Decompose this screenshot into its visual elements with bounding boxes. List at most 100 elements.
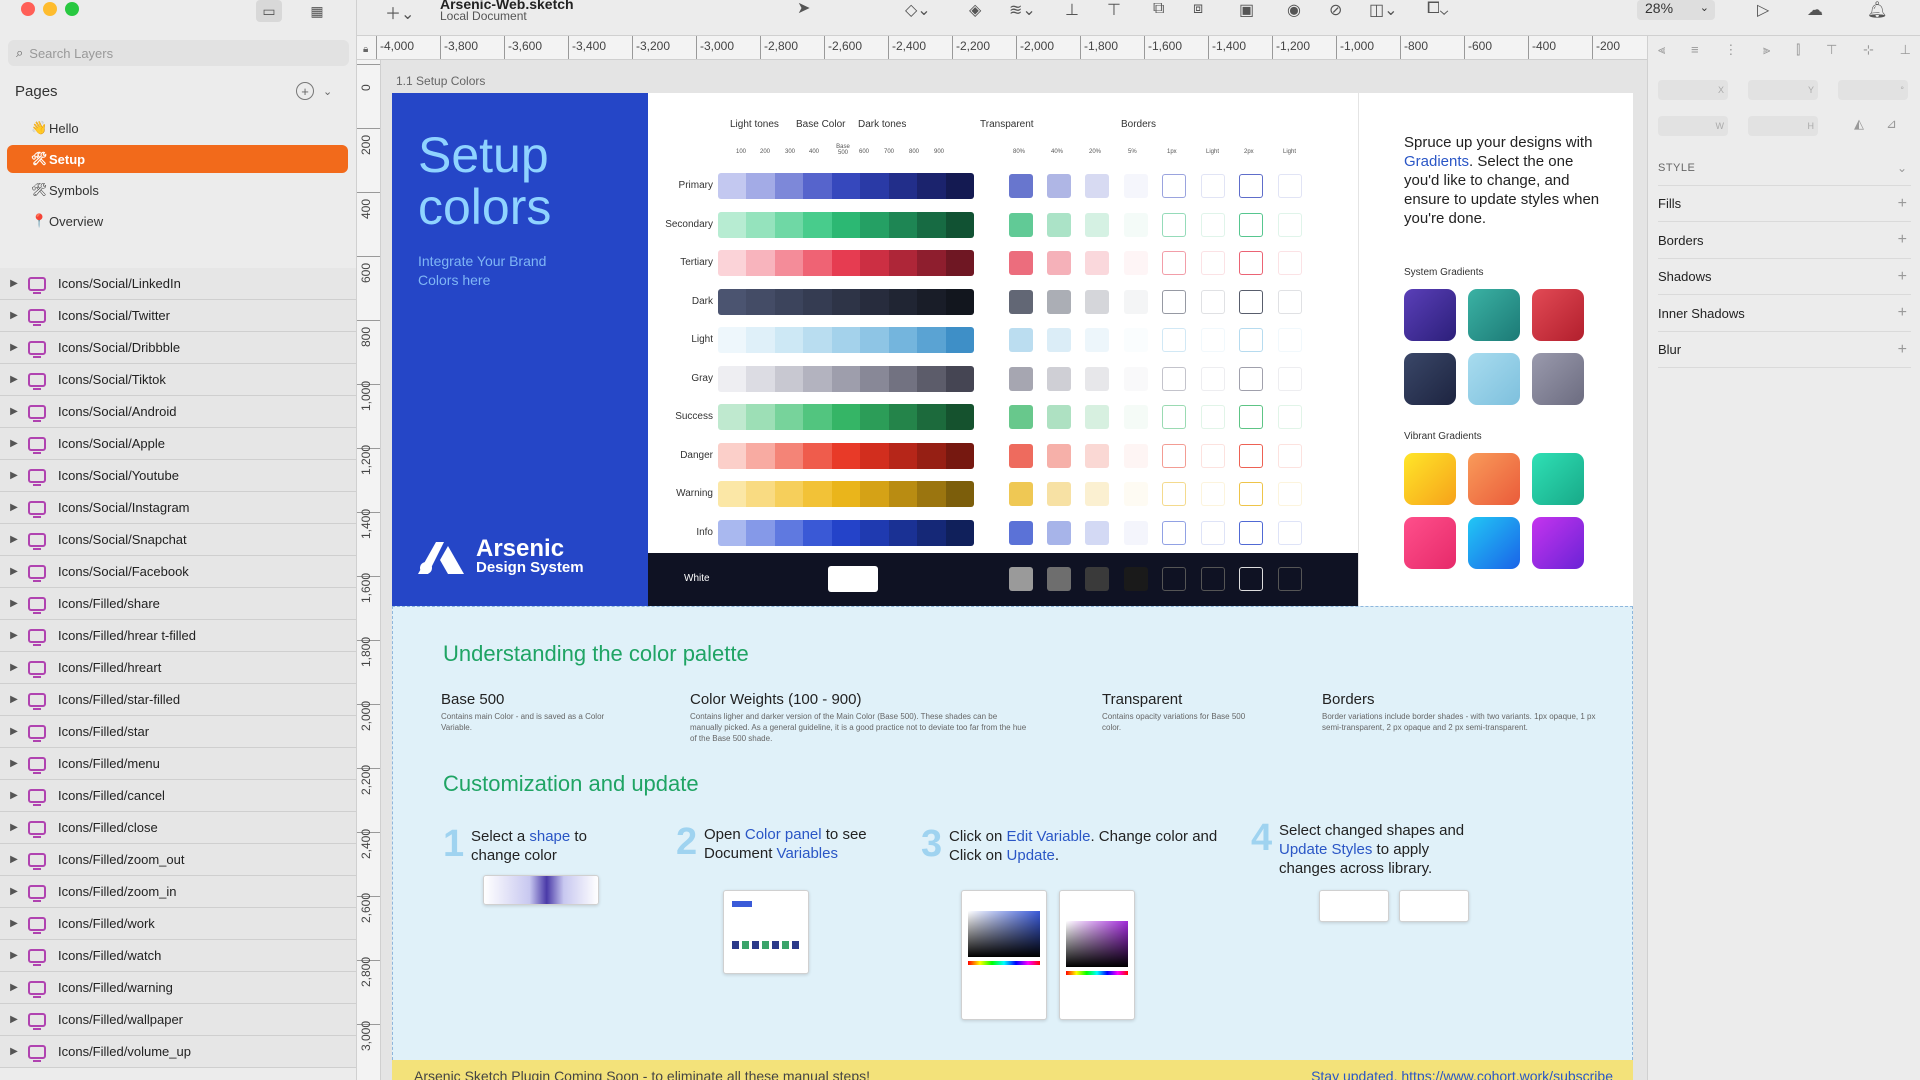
transparent-swatch[interactable] — [1085, 520, 1109, 545]
artboard-label[interactable]: 1.1 Setup Colors — [396, 74, 485, 88]
border-swatch[interactable] — [1278, 482, 1302, 506]
border-swatch[interactable] — [1162, 405, 1186, 429]
border-swatch[interactable] — [1278, 567, 1302, 591]
shape-link[interactable]: shape — [529, 828, 570, 845]
y-field[interactable]: Y — [1748, 80, 1818, 100]
edit-icon[interactable]: ⊘ — [1329, 0, 1342, 20]
border-swatch[interactable] — [1239, 174, 1263, 198]
layer-row[interactable]: ▶ Icons/Social/LinkedIn — [0, 268, 356, 300]
border-swatch[interactable] — [1201, 482, 1225, 506]
transparent-swatch[interactable] — [1124, 289, 1148, 314]
gradient-swatch[interactable] — [1532, 353, 1584, 405]
transparent-swatch[interactable] — [1085, 443, 1109, 468]
color-weight-swatch[interactable] — [831, 173, 861, 199]
layer-row[interactable]: ▶ Icons/Filled/wallpaper — [0, 1004, 356, 1036]
flip-vertical-icon[interactable]: ⊿ — [1886, 116, 1897, 132]
layer-row[interactable]: ▶ Icons/Filled/watch — [0, 940, 356, 972]
edit-variable-link[interactable]: Edit Variable — [1007, 828, 1091, 845]
add-icon[interactable]: + — [1898, 268, 1907, 286]
disclosure-triangle-icon[interactable]: ▶ — [0, 406, 28, 417]
disclosure-triangle-icon[interactable]: ▶ — [0, 886, 28, 897]
align-hcenter-icon[interactable]: ⫿ — [1796, 42, 1800, 58]
transparent-swatch[interactable] — [1047, 520, 1071, 545]
border-swatch[interactable] — [1239, 520, 1263, 545]
align-bottom-icon[interactable]: ⊥ — [1065, 0, 1079, 20]
border-swatch[interactable] — [1201, 328, 1225, 352]
color-weight-swatch[interactable] — [803, 250, 832, 276]
add-icon[interactable]: + — [1898, 341, 1907, 359]
color-weight-swatch[interactable] — [860, 481, 889, 507]
color-weight-swatch[interactable] — [803, 327, 832, 353]
color-ramp[interactable] — [718, 481, 974, 507]
align-left-icon[interactable]: ⫷ — [1658, 42, 1665, 58]
color-weight-swatch[interactable] — [746, 442, 775, 469]
gradients-link[interactable]: Gradients — [1404, 153, 1469, 170]
update-styles-link[interactable]: Update Styles — [1279, 841, 1372, 858]
color-weight-swatch[interactable] — [718, 519, 747, 546]
layer-row[interactable]: ▶ Icons/Social/Tiktok — [0, 364, 356, 396]
border-swatch[interactable] — [1162, 482, 1186, 506]
color-weight-swatch[interactable] — [945, 404, 974, 430]
color-weight-swatch[interactable] — [718, 365, 747, 392]
disclosure-triangle-icon[interactable]: ▶ — [0, 278, 28, 289]
color-weight-swatch[interactable] — [831, 481, 861, 507]
disclosure-triangle-icon[interactable]: ▶ — [0, 534, 28, 545]
color-ramp[interactable] — [718, 250, 974, 276]
transparent-swatch[interactable] — [1124, 443, 1148, 468]
disclosure-triangle-icon[interactable]: ▶ — [0, 1014, 28, 1025]
color-weight-swatch[interactable] — [718, 442, 747, 469]
color-weight-swatch[interactable] — [860, 365, 889, 392]
gradient-swatch[interactable] — [1532, 453, 1584, 505]
border-swatch[interactable] — [1162, 567, 1186, 591]
add-icon[interactable]: + — [1898, 231, 1907, 249]
color-weight-swatch[interactable] — [718, 327, 747, 353]
color-ramp[interactable] — [718, 173, 974, 199]
border-swatch[interactable] — [1201, 443, 1225, 468]
color-weight-swatch[interactable] — [774, 481, 804, 507]
disclosure-triangle-icon[interactable]: ▶ — [0, 630, 28, 641]
style-section-fills[interactable]: Fills + — [1658, 186, 1911, 222]
layer-row[interactable]: ▶ Icons/Social/Snapchat — [0, 524, 356, 556]
layer-row[interactable]: ▶ Icons/Social/Facebook — [0, 556, 356, 588]
color-weight-swatch[interactable] — [888, 327, 918, 353]
layer-row[interactable]: ▶ Icons/Social/Apple — [0, 428, 356, 460]
cloud-icon[interactable]: ☁ — [1807, 0, 1823, 20]
color-weight-swatch[interactable] — [888, 173, 918, 199]
zoom-window-button[interactable] — [65, 2, 79, 16]
layer-row[interactable]: ▶ Icons/Social/Dribbble — [0, 332, 356, 364]
layers-stack-icon[interactable]: ≋⌄ — [1009, 0, 1036, 20]
transparent-swatch[interactable] — [1009, 289, 1033, 314]
align-middle-icon[interactable]: ⊹ — [1863, 42, 1874, 58]
color-ramp[interactable] — [718, 404, 974, 430]
page-item[interactable]: 👋 Hello — [7, 114, 348, 142]
color-weight-swatch[interactable] — [860, 211, 889, 238]
border-swatch[interactable] — [1239, 366, 1263, 391]
color-weight-swatch[interactable] — [888, 288, 918, 315]
color-weight-swatch[interactable] — [917, 211, 946, 238]
color-weight-swatch[interactable] — [746, 288, 775, 315]
color-weight-swatch[interactable] — [774, 519, 804, 546]
transparent-swatch[interactable] — [1009, 366, 1033, 391]
color-weight-swatch[interactable] — [888, 250, 918, 276]
mask-icon[interactable]: ▣ — [1239, 0, 1254, 20]
transparent-swatch[interactable] — [1124, 482, 1148, 506]
disclosure-triangle-icon[interactable]: ▶ — [0, 790, 28, 801]
color-weight-swatch[interactable] — [917, 481, 946, 507]
style-section-inner-shadows[interactable]: Inner Shadows + — [1658, 296, 1911, 332]
color-weight-swatch[interactable] — [945, 365, 974, 392]
color-weight-swatch[interactable] — [831, 250, 861, 276]
border-swatch[interactable] — [1162, 366, 1186, 391]
color-weight-swatch[interactable] — [831, 365, 861, 392]
transparent-swatch[interactable] — [1124, 212, 1148, 237]
transparent-swatch[interactable] — [1009, 482, 1033, 506]
layer-row[interactable]: ▶ Icons/Social/Twitter — [0, 300, 356, 332]
gradient-swatch[interactable] — [1468, 353, 1520, 405]
export-icon[interactable]: ⧠⌄ — [1427, 0, 1448, 18]
disclosure-triangle-icon[interactable]: ▶ — [0, 598, 28, 609]
scale-icon[interactable]: ⧉ — [1153, 0, 1164, 18]
color-weight-swatch[interactable] — [888, 481, 918, 507]
rotation-field[interactable]: ° — [1838, 80, 1908, 100]
transparent-swatch[interactable] — [1124, 328, 1148, 352]
disclosure-triangle-icon[interactable]: ▶ — [0, 694, 28, 705]
update-link[interactable]: Update — [1007, 847, 1055, 864]
